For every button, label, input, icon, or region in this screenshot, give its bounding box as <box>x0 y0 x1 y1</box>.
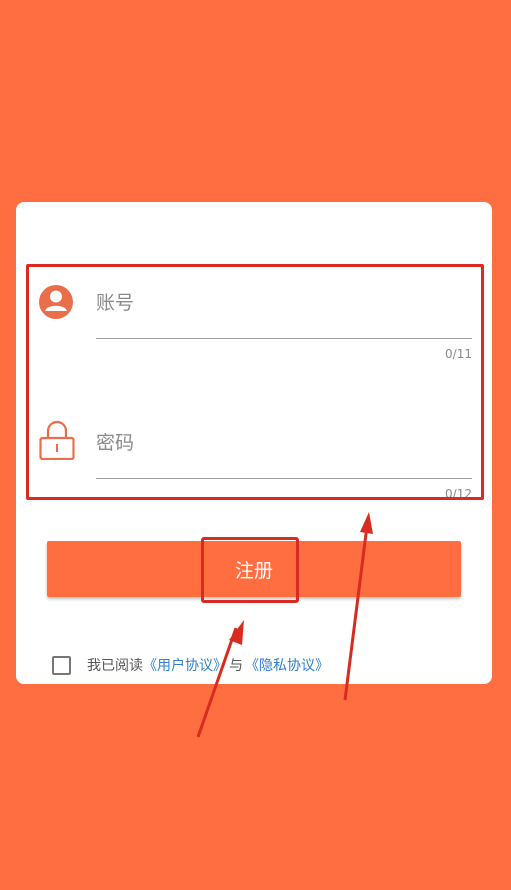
button-annotation-box <box>201 537 299 603</box>
fields-annotation-box <box>26 264 484 500</box>
register-card: 账号 0/11 密码 0/12 注册 我已阅读 《用户协议》 与 《隐私协议》 <box>16 202 492 684</box>
user-agreement-link[interactable]: 《用户协议》 <box>143 655 227 675</box>
agreement-row: 我已阅读 《用户协议》 与 《隐私协议》 <box>52 654 472 676</box>
privacy-agreement-link[interactable]: 《隐私协议》 <box>245 655 329 675</box>
agreement-checkbox[interactable] <box>52 655 71 675</box>
agreement-prefix: 我已阅读 <box>87 658 143 674</box>
agreement-connector: 与 <box>229 658 243 674</box>
